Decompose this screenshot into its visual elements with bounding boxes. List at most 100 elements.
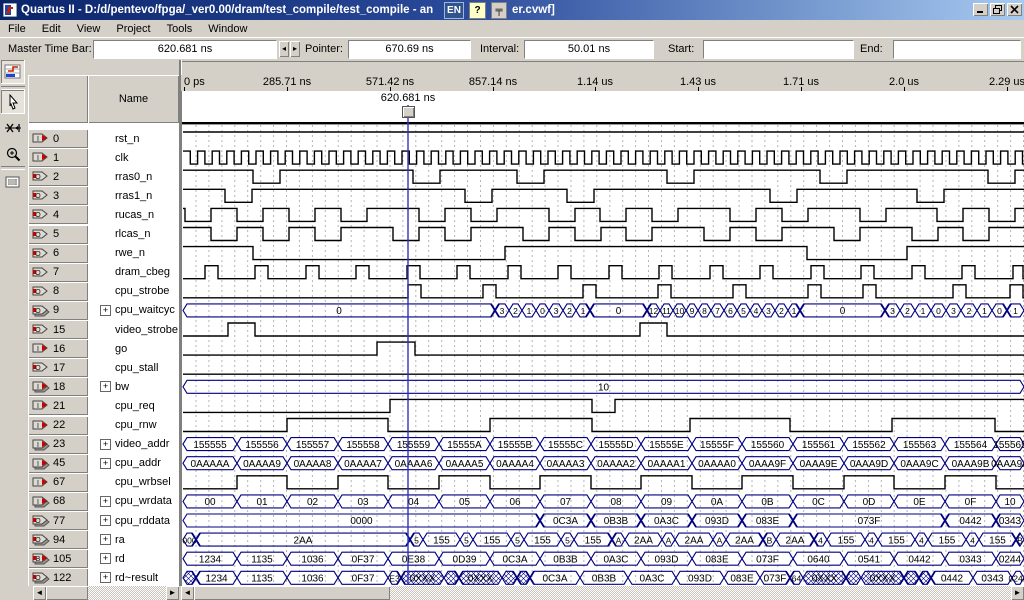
zoom-tool-button[interactable] (1, 142, 25, 166)
minimize-button[interactable] (973, 3, 988, 16)
scroll-left-arrow[interactable]: ◄ (33, 586, 46, 600)
time-bar-right-arrow[interactable]: ▸ (290, 41, 300, 57)
time-bar-left-arrow[interactable]: ◂ (279, 41, 289, 57)
expand-plus-box[interactable]: + (100, 572, 111, 583)
signal-name-cell[interactable]: +cpu_wrdata (88, 492, 179, 511)
signal-name-cell[interactable]: cpu_stall (88, 358, 179, 377)
signal-number-button[interactable]: O122 (28, 568, 88, 586)
signal-number-button[interactable]: I0 (28, 129, 88, 148)
menu-file[interactable]: File (0, 21, 34, 37)
signal-row: I23+video_addr (28, 435, 179, 454)
svg-text:4: 4 (919, 535, 924, 545)
expand-plus-box[interactable]: + (100, 458, 111, 469)
signal-name-cell[interactable]: rwe_n (88, 244, 179, 263)
signal-name-cell[interactable]: rras0_n (88, 167, 179, 186)
signal-name-cell[interactable]: cpu_strobe (88, 282, 179, 301)
scroll-left-arrow[interactable]: ◄ (181, 586, 194, 600)
signal-name-cell[interactable]: +video_addr (88, 435, 179, 454)
signal-number-button[interactable]: O7 (28, 263, 88, 282)
help-icon[interactable]: ? (469, 2, 486, 19)
signal-number-button[interactable]: I68 (28, 492, 88, 511)
signal-number-button[interactable]: I45 (28, 454, 88, 473)
signal-name-cell[interactable]: rucas_n (88, 205, 179, 224)
master-time-bar-handle[interactable] (402, 106, 415, 118)
signal-name-cell[interactable]: +cpu_rddata (88, 511, 179, 530)
signal-number-button[interactable]: I16 (28, 339, 88, 358)
svg-text:07: 07 (560, 497, 572, 508)
signal-name-cell[interactable]: go (88, 339, 179, 358)
waveform-hscrollbar[interactable]: ◄ ► (181, 586, 1024, 600)
menu-window[interactable]: Window (200, 21, 255, 37)
signal-number-button[interactable]: I22 (28, 416, 88, 435)
restore-button[interactable] (990, 3, 1005, 16)
scroll-thumb[interactable] (46, 586, 88, 600)
signal-name-cell[interactable]: +ra (88, 530, 179, 549)
signal-number-button[interactable]: O94 (28, 530, 88, 549)
svg-text:155555: 155555 (193, 440, 227, 451)
signal-number-button[interactable]: I67 (28, 473, 88, 492)
expand-plus-box[interactable]: + (100, 496, 111, 507)
menu-view[interactable]: View (69, 21, 109, 37)
signal-name-cell[interactable]: clk (88, 148, 179, 167)
end-field[interactable] (893, 40, 1021, 59)
expand-plus-box[interactable]: + (100, 305, 111, 316)
signal-name-cell[interactable]: cpu_wrbsel (88, 473, 179, 492)
signal-number-button[interactable]: I21 (28, 396, 88, 415)
signal-number-button[interactable]: O9 (28, 301, 88, 320)
signal-number-button[interactable]: O3 (28, 186, 88, 205)
signal-name-cell[interactable]: +bw (88, 377, 179, 396)
close-button[interactable] (1007, 3, 1022, 16)
signal-row: B105+rd (28, 549, 179, 568)
signal-number-button[interactable]: O8 (28, 282, 88, 301)
menu-project[interactable]: Project (108, 21, 158, 37)
signal-name-cell[interactable]: +cpu_addr (88, 454, 179, 473)
svg-text:2AA: 2AA (735, 535, 754, 546)
grid-tool-button[interactable] (1, 170, 25, 194)
time-bar-tool-button[interactable] (1, 116, 25, 140)
expand-plus-box[interactable]: + (100, 381, 111, 392)
waveform-canvas[interactable]: 0321032101211109876543210321032101101555… (181, 91, 1024, 586)
waveform-editor-tool-button[interactable] (1, 60, 25, 84)
signal-name-cell[interactable]: dram_cbeg (88, 263, 179, 282)
mdi-child-icon[interactable]: ╤ (491, 2, 507, 19)
signal-number-button[interactable]: O6 (28, 244, 88, 263)
scroll-right-arrow[interactable]: ► (166, 586, 179, 600)
signal-number-button[interactable]: O2 (28, 167, 88, 186)
signal-name-cell[interactable]: +rd (88, 549, 179, 568)
svg-text:7: 7 (715, 306, 720, 316)
waveform-editor-icon (4, 63, 22, 81)
signal-number-button[interactable]: O77 (28, 511, 88, 530)
expand-plus-box[interactable]: + (100, 439, 111, 450)
signal-number-button[interactable]: O5 (28, 225, 88, 244)
expand-plus-box[interactable]: + (100, 515, 111, 526)
menu-tools[interactable]: Tools (159, 21, 201, 37)
signal-name-cell[interactable]: rst_n (88, 129, 179, 148)
start-field[interactable] (703, 40, 854, 59)
expand-plus-box[interactable]: + (100, 534, 111, 545)
signal-number-button[interactable]: I23 (28, 435, 88, 454)
scroll-thumb[interactable] (194, 586, 390, 600)
scroll-right-arrow[interactable]: ► (1011, 586, 1024, 600)
in-pin-icon: I (31, 380, 51, 393)
signal-name-cell[interactable]: +rd~result (88, 568, 179, 586)
signal-number-button[interactable]: O17 (28, 358, 88, 377)
signal-number-button[interactable]: O4 (28, 205, 88, 224)
signal-number-button[interactable]: O15 (28, 320, 88, 339)
signal-name-cell[interactable]: video_strobe (88, 320, 179, 339)
language-indicator[interactable]: EN (444, 2, 464, 19)
signal-number-button[interactable]: I18 (28, 377, 88, 396)
signal-name-cell[interactable]: cpu_req (88, 396, 179, 415)
svg-text:155562: 155562 (852, 440, 886, 451)
signal-name-cell[interactable]: cpu_rnw (88, 416, 179, 435)
menu-edit[interactable]: Edit (34, 21, 69, 37)
signal-number-button[interactable]: B105 (28, 549, 88, 568)
signal-number-button[interactable]: I1 (28, 148, 88, 167)
selection-tool-button[interactable] (1, 90, 25, 114)
signal-name-cell[interactable]: +cpu_waitcyc (88, 301, 179, 320)
svg-text:0A: 0A (711, 497, 724, 508)
name-panel-hscrollbar[interactable]: ◄ ► (33, 586, 179, 600)
master-time-bar-field[interactable]: 620.681 ns (93, 40, 277, 59)
signal-name-cell[interactable]: rras1_n (88, 186, 179, 205)
signal-name-cell[interactable]: rlcas_n (88, 225, 179, 244)
expand-plus-box[interactable]: + (100, 553, 111, 564)
